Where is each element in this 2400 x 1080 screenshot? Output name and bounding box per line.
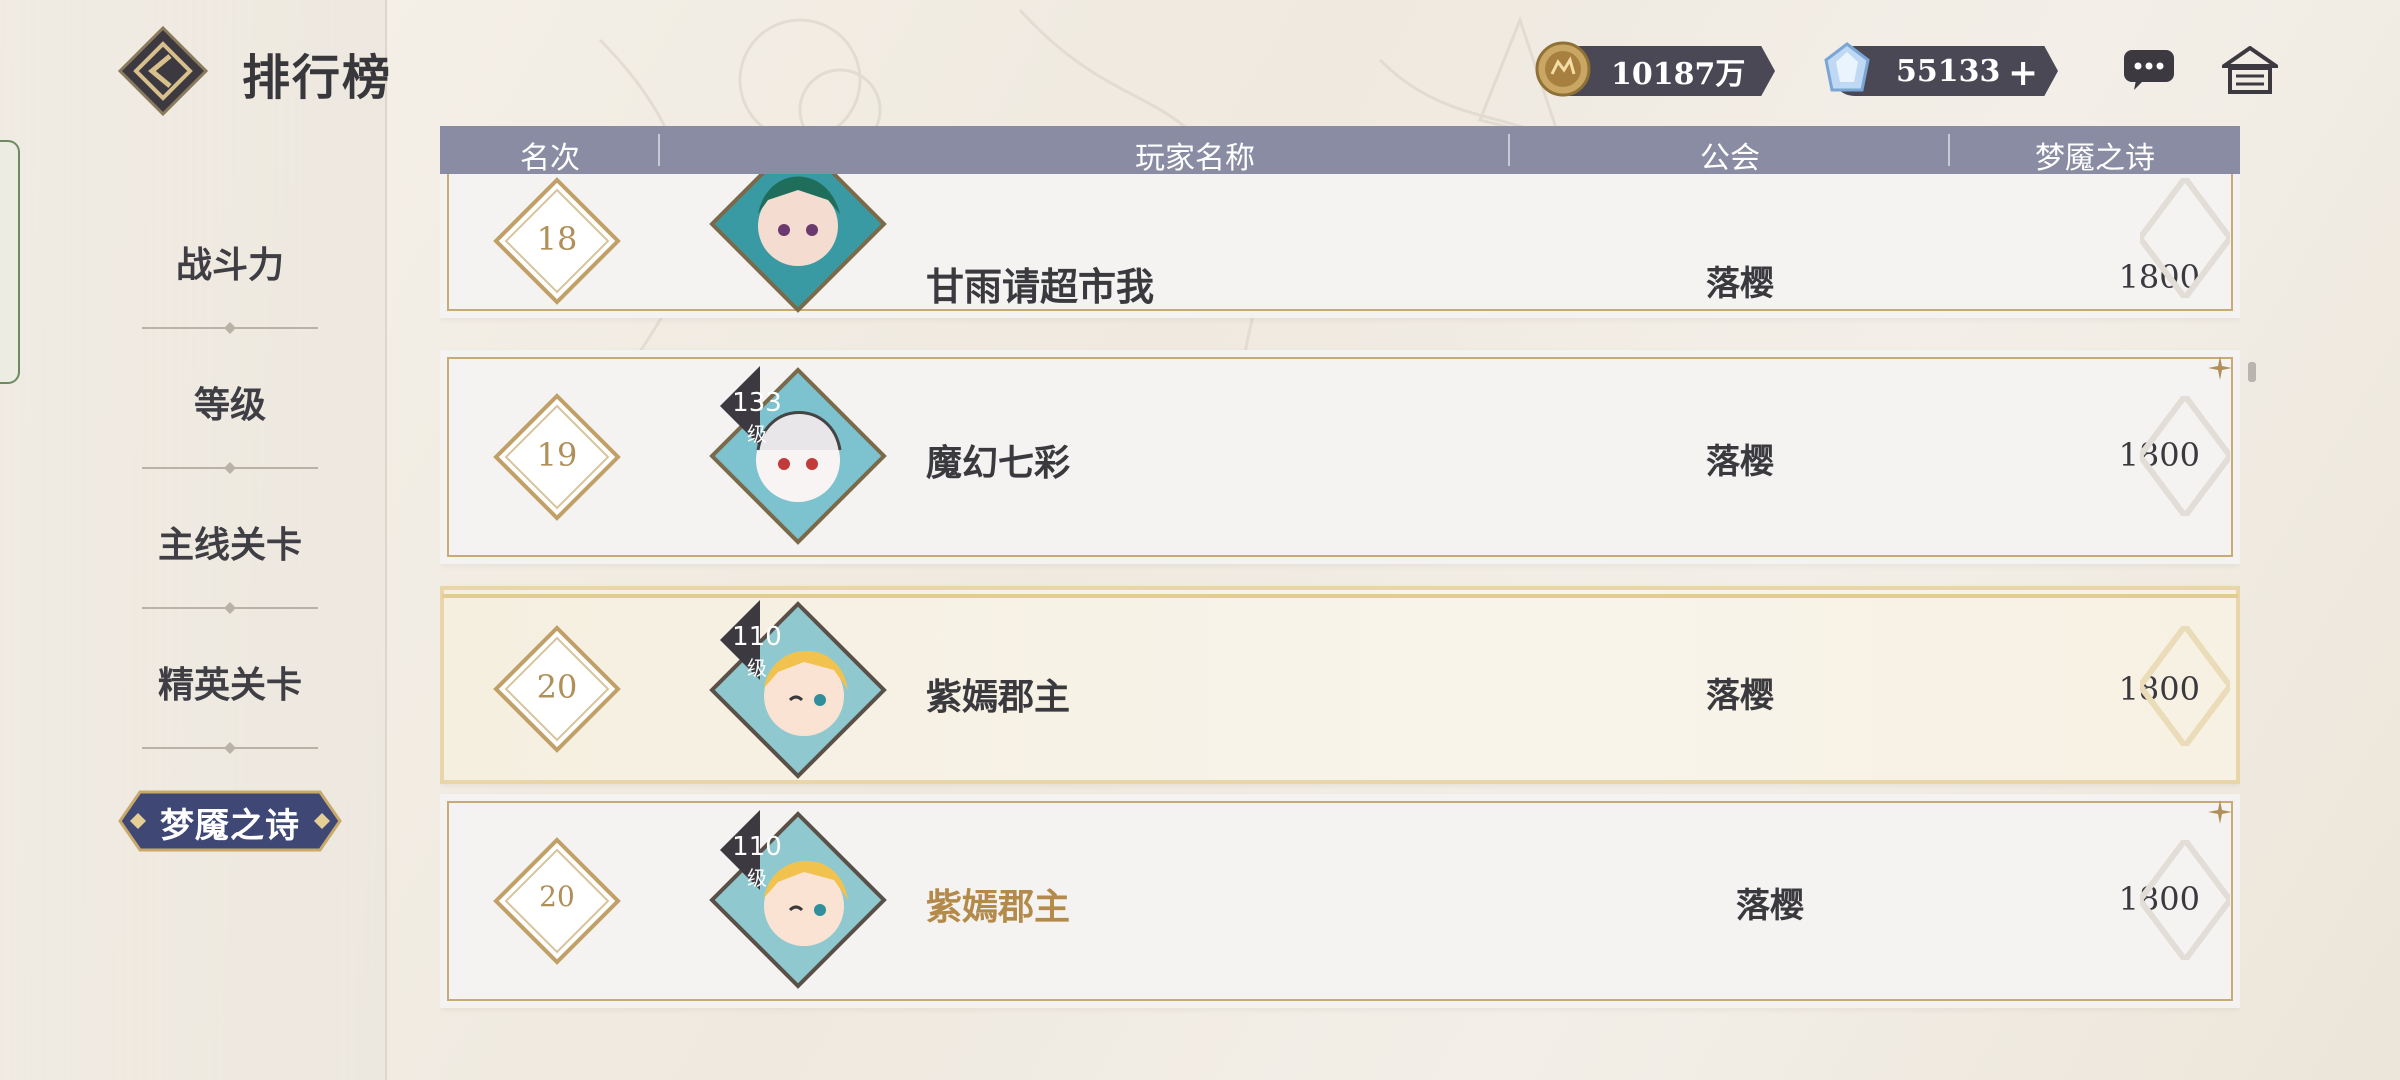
- guild-name: 落樱: [1706, 442, 1774, 482]
- back-logo-icon[interactable]: [118, 26, 208, 116]
- chat-icon[interactable]: [2122, 48, 2176, 92]
- tab-divider: [142, 322, 318, 334]
- level-unit: 级: [747, 656, 767, 680]
- tab-main-stage[interactable]: 主线关卡: [130, 516, 330, 568]
- row-side-ornament: [2140, 396, 2230, 516]
- tab-elite-stage[interactable]: 精英关卡: [130, 656, 330, 708]
- column-nightmare-poem: 梦魇之诗: [2035, 141, 2155, 176]
- table-row-self[interactable]: 20 110 级 紫嫣郡主 落樱 1800: [440, 586, 2240, 784]
- crystal-gem-icon: [1824, 42, 1870, 92]
- tab-nightmare-poem[interactable]: 梦魇之诗: [118, 798, 342, 847]
- table-row-my-rank[interactable]: 20 110 级 紫嫣郡主 落樱 1800: [440, 794, 2240, 1008]
- add-gems-button[interactable]: +: [2008, 52, 2038, 94]
- player-avatar[interactable]: [708, 174, 888, 314]
- tab-divider: [142, 742, 318, 754]
- home-icon[interactable]: [2222, 46, 2278, 94]
- guild-name: 落樱: [1706, 676, 1774, 716]
- table-row[interactable]: 18 甘雨请超市我 落樱 1800: [440, 174, 2240, 318]
- guild-name: 落樱: [1706, 264, 1774, 304]
- column-guild: 公会: [1700, 141, 1760, 176]
- row-side-ornament: [2140, 840, 2230, 960]
- rank-number: 18: [536, 220, 578, 258]
- column-rank: 名次: [520, 141, 580, 176]
- ranking-list[interactable]: 18 甘雨请超市我 落樱 1800 19 133 级 魔幻七彩 落樱 1800 …: [440, 174, 2240, 1080]
- sparkle-icon: [2208, 800, 2232, 824]
- tab-divider: [142, 602, 318, 614]
- player-level: 133: [732, 388, 782, 418]
- guild-name: 落樱: [1736, 886, 1804, 926]
- player-name: 甘雨请超市我: [926, 264, 1155, 309]
- level-unit: 级: [747, 422, 767, 446]
- player-name: 紫嫣郡主: [926, 676, 1071, 718]
- page-title: 排行榜: [242, 50, 393, 106]
- player-name: 魔幻七彩: [926, 442, 1071, 484]
- rank-number: 20: [539, 880, 575, 913]
- tab-level[interactable]: 等级: [130, 376, 330, 428]
- row-side-ornament: [2140, 178, 2230, 298]
- tab-combat-power[interactable]: 战斗力: [130, 236, 330, 288]
- gold-coin-icon: [1535, 41, 1591, 97]
- coin-amount: 10187万: [1611, 57, 1746, 92]
- player-name: 紫嫣郡主: [926, 886, 1071, 928]
- row-side-ornament: [2140, 626, 2230, 746]
- edge-pull-tab[interactable]: [0, 140, 20, 384]
- table-row[interactable]: 19 133 级 魔幻七彩 落樱 1800: [440, 350, 2240, 564]
- gem-amount: 55133: [1896, 53, 2001, 89]
- level-unit: 级: [747, 866, 767, 890]
- player-level: 110: [732, 622, 782, 652]
- rank-number: 20: [536, 668, 578, 706]
- table-header: 名次 玩家名称 公会 梦魇之诗: [440, 126, 2240, 176]
- sparkle-icon: [2208, 356, 2232, 380]
- header: 排行榜 10187万 55133 +: [0, 0, 2400, 130]
- tab-divider: [142, 462, 318, 474]
- scrollbar-thumb[interactable]: [2248, 362, 2256, 382]
- rank-number: 19: [536, 436, 578, 474]
- player-level: 110: [732, 832, 782, 862]
